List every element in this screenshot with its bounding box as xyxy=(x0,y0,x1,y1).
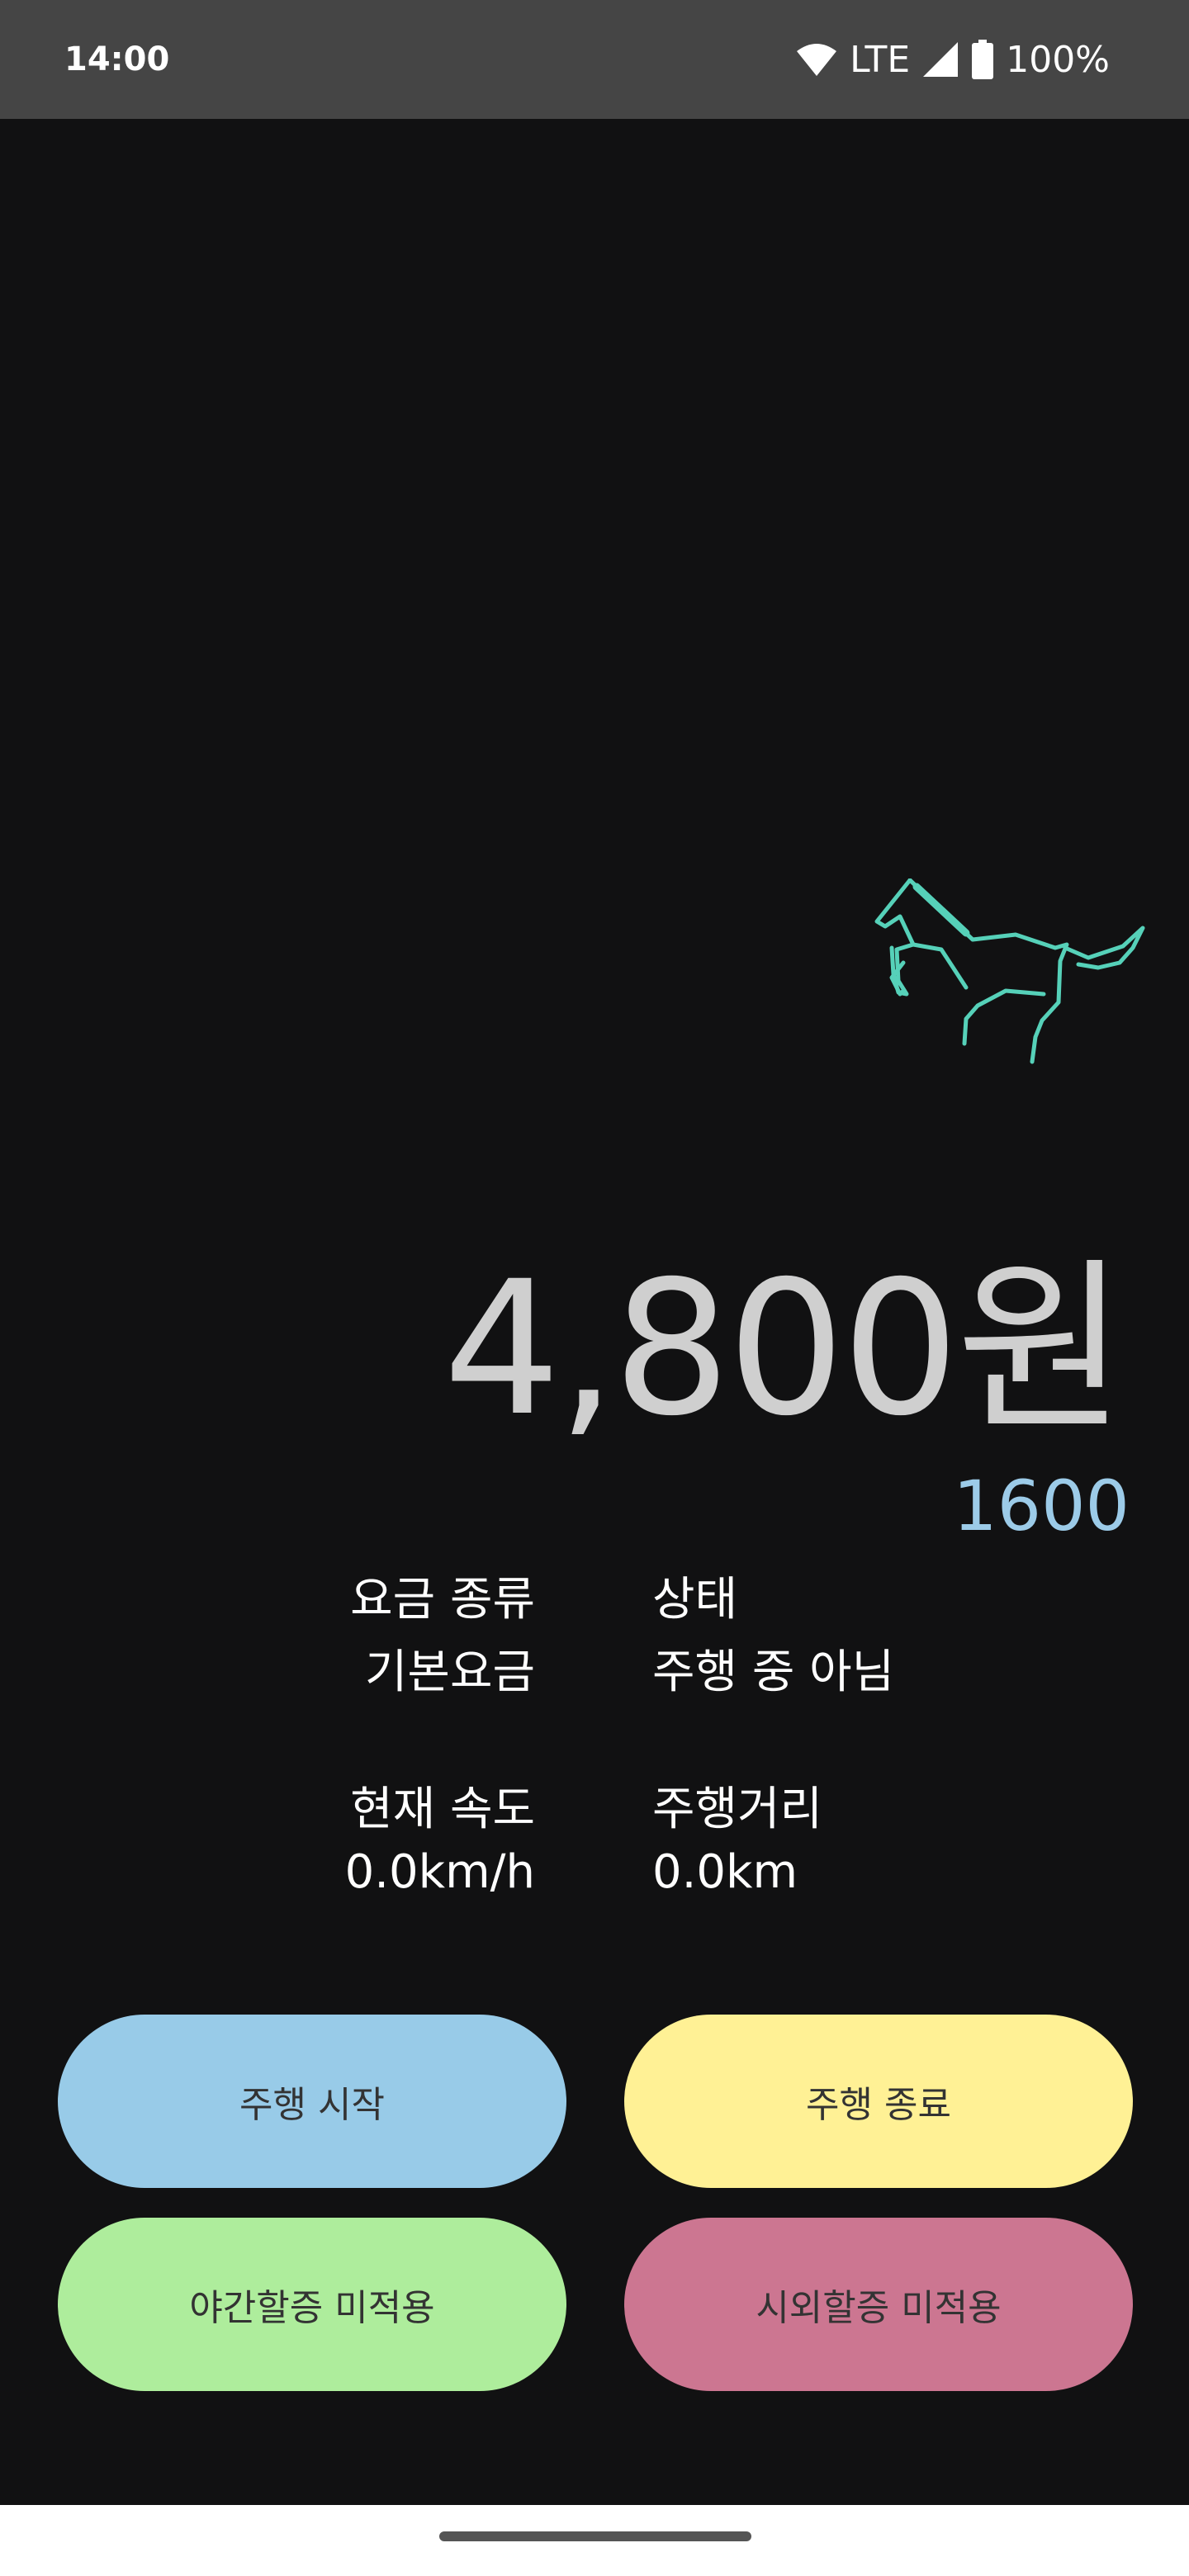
fare-amount: 4,800원 xyxy=(443,1241,1126,1456)
status-indicators: LTE 100% xyxy=(795,36,1110,83)
fare-type-value: 기본요금 xyxy=(364,1646,535,1699)
distance-label: 주행거리 xyxy=(652,1783,823,1836)
distance-value: 0.0km xyxy=(652,1845,798,1899)
end-drive-button[interactable]: 주행 종료 xyxy=(624,2015,1133,2188)
start-drive-button[interactable]: 주행 시작 xyxy=(58,2015,566,2188)
network-type: LTE xyxy=(850,38,911,81)
home-gesture-handle[interactable] xyxy=(439,2531,751,2541)
outside-city-surcharge-button[interactable]: 시외할증 미적용 xyxy=(624,2218,1133,2391)
speed-label: 현재 속도 xyxy=(350,1783,535,1836)
meter-screen: 4,800원 1600 요금 종류 기본요금 상태 주행 중 아님 현재 속도 … xyxy=(0,119,1189,2505)
fare-sub-value: 1600 xyxy=(953,1466,1130,1546)
night-surcharge-button[interactable]: 야간할증 미적용 xyxy=(58,2218,566,2391)
battery-icon xyxy=(971,40,994,79)
battery-level: 100% xyxy=(1006,38,1110,81)
status-bar: 14:00 LTE 100% xyxy=(0,0,1189,119)
status-value: 주행 중 아님 xyxy=(652,1646,895,1699)
horse-icon xyxy=(874,878,1145,1064)
fare-type-label: 요금 종류 xyxy=(350,1573,535,1627)
signal-icon xyxy=(921,40,959,78)
status-label: 상태 xyxy=(652,1573,738,1627)
wifi-icon xyxy=(795,41,838,78)
speed-value: 0.0km/h xyxy=(344,1845,535,1899)
status-time: 14:00 xyxy=(64,40,170,78)
navigation-bar xyxy=(0,2505,1189,2576)
